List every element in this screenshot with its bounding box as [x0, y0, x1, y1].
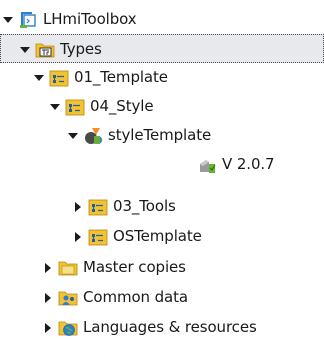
tree-item-style-template[interactable]: styleTemplate — [0, 121, 324, 150]
tree-item-label: V 2.0.7 — [222, 155, 275, 173]
types-folder-icon — [35, 40, 55, 60]
expand-arrow-down-icon[interactable] — [18, 35, 32, 64]
tree-item-03-tools[interactable]: 03_Tools — [0, 192, 324, 221]
tree-item-languages-resources[interactable]: Languages & resources — [0, 313, 324, 342]
tree-item-label: Master copies — [83, 258, 186, 276]
tree-item-label: Languages & resources — [83, 318, 257, 336]
library-folder-icon — [65, 97, 85, 117]
tree-item-01-template[interactable]: 01_Template — [0, 63, 324, 92]
tree-item-types[interactable]: Types — [0, 34, 324, 63]
tree-item-04-style[interactable]: 04_Style — [0, 92, 324, 121]
tree-item-master-copies[interactable]: Master copies — [0, 253, 324, 282]
tree-item-common-data[interactable]: Common data — [0, 283, 324, 312]
tree-item-label: 04_Style — [90, 97, 154, 115]
tree-item-label: LHmiToolbox — [43, 10, 137, 28]
library-folder-icon — [88, 227, 108, 247]
common-data-folder-icon — [58, 288, 78, 308]
library-folder-icon — [88, 197, 108, 217]
tree-item-lhmitoolbox[interactable]: LHmiToolbox — [0, 5, 324, 34]
tree-item-label: 03_Tools — [113, 197, 176, 215]
project-tree: LHmiToolbox Types 01_Template 04_Style s… — [0, 0, 324, 340]
expand-arrow-down-icon[interactable] — [1, 5, 15, 34]
tree-item-label: Common data — [83, 288, 189, 306]
expand-arrow-right-icon[interactable] — [71, 222, 85, 251]
expand-arrow-right-icon[interactable] — [41, 283, 55, 312]
tree-item-label: 01_Template — [74, 68, 168, 86]
expand-arrow-down-icon[interactable] — [48, 92, 62, 121]
languages-folder-icon — [58, 318, 78, 338]
hmi-device-icon — [18, 10, 38, 30]
expand-arrow-right-icon[interactable] — [41, 313, 55, 342]
version-released-icon — [197, 155, 217, 175]
master-copies-folder-icon — [58, 258, 78, 278]
tree-item-os-template[interactable]: OSTemplate — [0, 222, 324, 251]
style-type-icon — [83, 126, 103, 146]
tree-item-label: styleTemplate — [108, 126, 212, 144]
expand-arrow-down-icon[interactable] — [66, 121, 80, 150]
expand-arrow-down-icon[interactable] — [32, 63, 46, 92]
library-folder-icon — [49, 68, 69, 88]
tree-item-version[interactable]: V 2.0.7 — [0, 150, 324, 179]
tree-item-label: OSTemplate — [113, 227, 202, 245]
expand-arrow-right-icon[interactable] — [71, 192, 85, 221]
tree-item-label: Types — [60, 40, 102, 58]
expand-arrow-right-icon[interactable] — [41, 253, 55, 282]
